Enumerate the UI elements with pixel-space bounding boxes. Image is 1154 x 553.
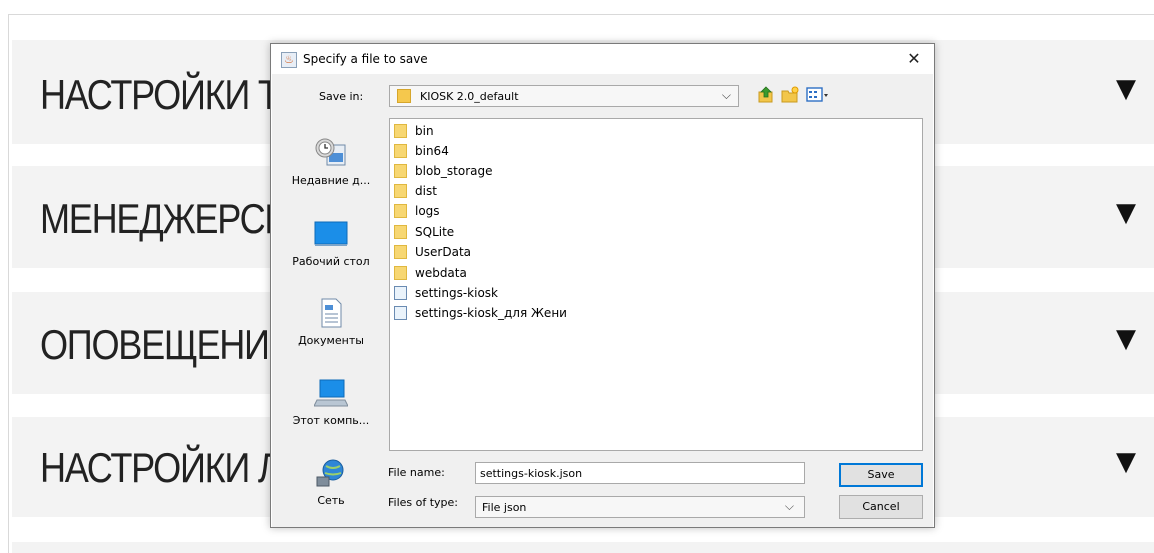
folder-icon (394, 144, 407, 158)
file-name: SQLite (415, 225, 455, 239)
new-folder-icon[interactable] (780, 86, 800, 106)
section-title: ОПОВЕЩЕНИЯ (40, 321, 295, 368)
save-button[interactable]: Save (839, 463, 923, 487)
java-app-icon: ♨ (281, 52, 297, 68)
file-type-value: File json (482, 501, 527, 514)
file-type-dropdown[interactable]: File json ⌵ (475, 496, 805, 518)
dialog-body: Save in: KIOSK 2.0_default ⌵ Недавние д.… (272, 74, 933, 527)
desktop-icon (314, 218, 348, 250)
folder-icon (394, 266, 407, 280)
chevron-down-icon: ⌵ (721, 88, 731, 102)
places-bar: Недавние д... Рабочий стол Документы Это… (284, 117, 378, 515)
file-name: UserData (415, 245, 472, 259)
expand-arrow-icon[interactable]: ▼ (1116, 74, 1136, 104)
network-icon (314, 457, 348, 489)
save-in-dropdown[interactable]: KIOSK 2.0_default ⌵ (389, 85, 739, 107)
save-in-label: Save in: (319, 90, 364, 103)
file-name: settings-kiosk_для Жени (415, 306, 567, 320)
view-menu-icon[interactable] (805, 86, 831, 106)
folder-icon (394, 225, 407, 239)
section-title: НАСТРОЙКИ Т (40, 71, 280, 118)
place-recent[interactable]: Недавние д... (284, 137, 378, 187)
save-in-value: KIOSK 2.0_default (420, 90, 519, 103)
file-icon (394, 306, 407, 320)
expand-arrow-icon[interactable]: ▼ (1116, 447, 1136, 477)
up-folder-icon[interactable] (756, 86, 776, 106)
dialog-titlebar[interactable]: ♨ Specify a file to save ✕ (271, 44, 934, 74)
cancel-button[interactable]: Cancel (839, 495, 923, 519)
file-name: settings-kiosk (415, 286, 499, 300)
place-desktop[interactable]: Рабочий стол (284, 218, 378, 268)
place-network[interactable]: Сеть (284, 457, 378, 507)
place-label: Этот компь... (292, 414, 370, 427)
section-title: МЕНЕДЖЕРСК (40, 195, 285, 242)
save-file-dialog: ♨ Specify a file to save ✕ Save in: KIOS… (270, 43, 935, 528)
expand-arrow-icon[interactable]: ▼ (1116, 198, 1136, 228)
file-list[interactable]: bin bin64 blob_storage dist logs SQLite (389, 118, 923, 451)
folder-icon (394, 184, 407, 198)
folder-icon (394, 164, 407, 178)
place-label: Рабочий стол (292, 255, 370, 268)
expand-arrow-icon[interactable]: ▼ (1116, 324, 1136, 354)
folder-icon (394, 245, 407, 259)
file-name: dist (415, 184, 437, 198)
section-title: НАСТРОЙКИ Л (40, 444, 282, 491)
place-label: Недавние д... (291, 174, 371, 187)
close-button[interactable]: ✕ (904, 49, 924, 69)
folder-icon (394, 124, 407, 138)
dialog-title: Specify a file to save (303, 52, 428, 66)
file-name: logs (415, 204, 440, 218)
place-documents[interactable]: Документы (284, 297, 378, 347)
file-name: blob_storage (415, 164, 493, 178)
section-next (12, 542, 1154, 553)
recent-icon (314, 137, 348, 169)
file-name-label: File name: (388, 466, 445, 479)
documents-icon (314, 297, 348, 329)
folder-icon (397, 89, 411, 103)
file-name: bin (415, 124, 434, 138)
place-label: Документы (298, 334, 364, 347)
chevron-down-icon: ⌵ (784, 499, 794, 513)
place-computer[interactable]: Этот компь... (284, 377, 378, 427)
computer-icon (313, 377, 349, 409)
place-label: Сеть (317, 494, 345, 507)
file-name: webdata (415, 266, 467, 280)
file-type-label: Files of type: (388, 496, 459, 509)
file-icon (394, 286, 407, 300)
file-name-input[interactable]: settings-kiosk.json (475, 462, 805, 484)
folder-icon (394, 204, 407, 218)
file-name: bin64 (415, 144, 449, 158)
